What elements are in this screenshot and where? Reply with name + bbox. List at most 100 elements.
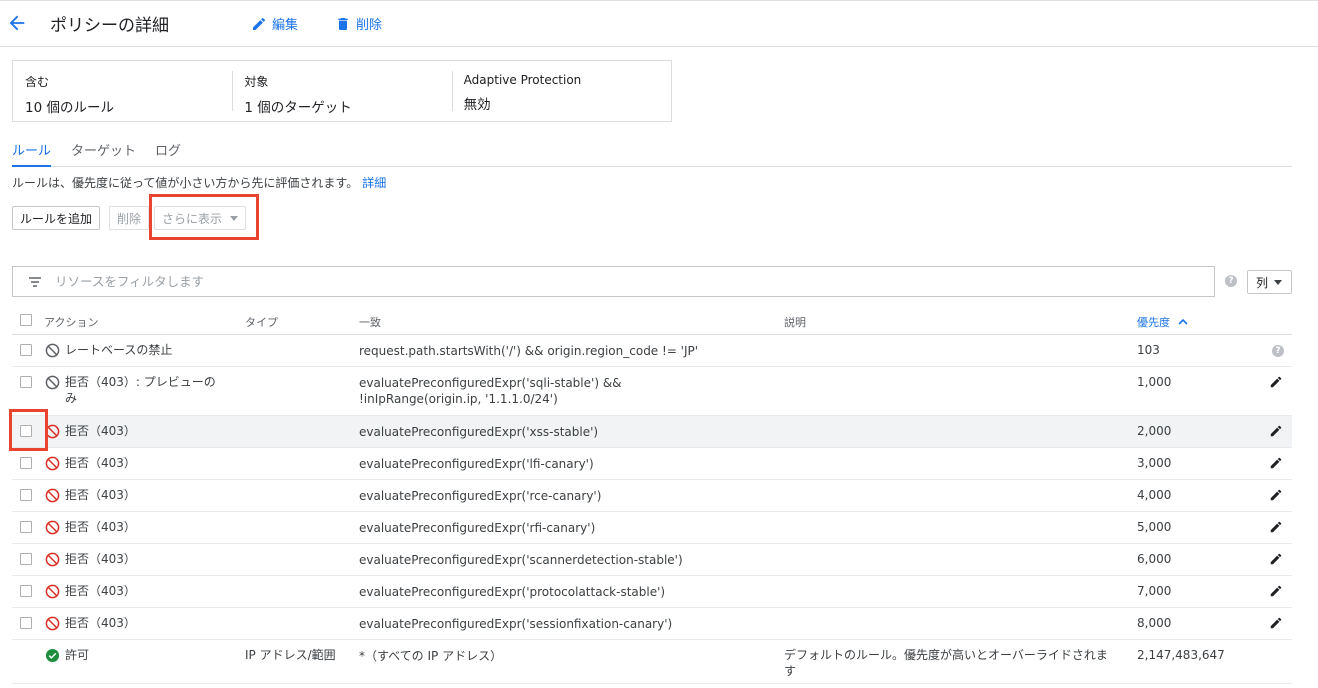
rule-action: 拒否（403）: プレビューのみ xyxy=(65,375,216,405)
policy-summary-card: 含む 10 個のルール 対象 1 個のターゲット Adaptive Protec… xyxy=(12,60,672,122)
columns-label: 列 xyxy=(1256,275,1269,290)
rule-action: 拒否（403） xyxy=(65,488,136,502)
rule-priority: 2,147,483,647 xyxy=(1137,648,1225,662)
rule-action: レートベースの禁止 xyxy=(65,343,173,357)
row-checkbox[interactable] xyxy=(20,585,32,597)
rules-table: アクション タイプ 一致 説明 優先度 レートベースの禁止 request.pat… xyxy=(12,306,1292,684)
pencil-icon[interactable] xyxy=(1269,375,1283,389)
table-row[interactable]: 拒否（403） evaluatePreconfiguredExpr('scanne… xyxy=(12,544,1292,576)
page-title: ポリシーの詳細 xyxy=(50,16,169,36)
summary-targets-value: 1 個のターゲット xyxy=(244,100,352,116)
add-rule-button[interactable]: ルールを追加 xyxy=(12,206,101,230)
header-type[interactable]: タイプ xyxy=(245,314,278,330)
table-row[interactable]: 拒否（403） evaluatePreconfiguredExpr('rce-ca… xyxy=(12,480,1292,512)
rule-type: IP アドレス/範囲 xyxy=(245,648,336,662)
rule-match: request.path.startsWith('/') && origin.r… xyxy=(359,344,699,358)
block-red-icon xyxy=(45,488,60,503)
row-checkbox[interactable] xyxy=(20,489,32,501)
rules-description: ルールは、優先度に従って値が小さい方から先に評価されます。 詳細 xyxy=(12,174,386,191)
rule-priority: 2,000 xyxy=(1137,424,1172,438)
table-row[interactable]: 拒否（403） evaluatePreconfiguredExpr('sessio… xyxy=(12,608,1292,640)
rule-priority: 1,000 xyxy=(1137,375,1172,389)
pencil-icon[interactable] xyxy=(1269,584,1283,598)
page-header: ポリシーの詳細 編集 削除 xyxy=(0,0,1318,47)
table-header: アクション タイプ 一致 説明 優先度 xyxy=(12,306,1292,335)
tab-targets[interactable]: ターゲット xyxy=(71,140,136,167)
highlight-box-show-more xyxy=(149,194,259,240)
help-icon[interactable]: ? xyxy=(1225,275,1237,287)
summary-targets-label: 対象 xyxy=(244,75,269,89)
rule-match: evaluatePreconfiguredExpr('scannerdetect… xyxy=(359,553,683,567)
table-body: レートベースの禁止 request.path.startsWith('/') &&… xyxy=(12,335,1292,684)
summary-adaptive-value: 無効 xyxy=(463,97,491,113)
rule-action: 拒否（403） xyxy=(65,552,136,566)
table-row[interactable]: 拒否（403）: プレビューのみ evaluatePreconfiguredExp… xyxy=(12,367,1292,416)
highlight-box-checkbox xyxy=(9,409,48,451)
block-grey-icon xyxy=(45,375,60,390)
rule-action: 拒否（403） xyxy=(65,456,136,470)
row-checkbox[interactable] xyxy=(20,521,32,533)
summary-includes-label: 含む xyxy=(25,75,50,89)
header-action[interactable]: アクション xyxy=(44,314,98,330)
table-row[interactable]: 拒否（403） evaluatePreconfiguredExpr('lfi-ca… xyxy=(12,448,1292,480)
pencil-icon[interactable] xyxy=(1269,520,1283,534)
summary-adaptive-protection: Adaptive Protection 無効 xyxy=(451,61,671,121)
row-checkbox[interactable] xyxy=(20,553,32,565)
rule-match: evaluatePreconfiguredExpr('rce-canary') xyxy=(359,489,602,503)
summary-includes: 含む 10 個のルール xyxy=(13,61,232,121)
header-description[interactable]: 説明 xyxy=(784,314,806,330)
row-checkbox[interactable] xyxy=(20,457,32,469)
rule-match: evaluatePreconfiguredExpr('xss-stable') xyxy=(359,425,599,439)
rule-description: デフォルトのルール。優先度が高いとオーバーライドされます xyxy=(784,648,1108,678)
table-row[interactable]: 拒否（403） evaluatePreconfiguredExpr('protoc… xyxy=(12,576,1292,608)
back-arrow-icon[interactable] xyxy=(6,12,28,34)
rule-action: 拒否（403） xyxy=(65,520,136,534)
filter-input[interactable] xyxy=(55,274,955,289)
row-checkbox[interactable] xyxy=(20,376,32,388)
table-row[interactable]: 拒否（403） evaluatePreconfiguredExpr('xss-st… xyxy=(12,416,1292,448)
row-checkbox[interactable] xyxy=(20,344,32,356)
rule-priority: 7,000 xyxy=(1137,584,1172,598)
header-priority[interactable]: 優先度 xyxy=(1137,314,1188,330)
pencil-icon[interactable] xyxy=(1269,552,1283,566)
rule-match: evaluatePreconfiguredExpr('rfi-canary') xyxy=(359,521,596,535)
check-green-icon xyxy=(45,648,60,663)
select-all-checkbox[interactable] xyxy=(20,314,32,326)
edit-button[interactable]: 編集 xyxy=(251,14,298,33)
table-row[interactable]: レートベースの禁止 request.path.startsWith('/') &&… xyxy=(12,335,1292,367)
delete-rule-button[interactable]: 削除 xyxy=(109,206,150,230)
pencil-icon[interactable] xyxy=(1269,616,1283,630)
summary-includes-value: 10 個のルール xyxy=(25,100,114,116)
rule-action: 拒否（403） xyxy=(65,584,136,598)
rule-priority: 8,000 xyxy=(1137,616,1172,630)
header-match[interactable]: 一致 xyxy=(359,314,381,330)
pencil-icon[interactable] xyxy=(1269,424,1283,438)
tab-bar: ルール ターゲット ログ xyxy=(12,136,1292,167)
summary-targets: 対象 1 個のターゲット xyxy=(232,61,451,121)
tab-logs[interactable]: ログ xyxy=(155,140,181,167)
tab-rules[interactable]: ルール xyxy=(12,140,52,167)
pencil-icon[interactable] xyxy=(1269,488,1283,502)
table-row[interactable]: 許可 IP アドレス/範囲 *（すべての IP アドレス） デフォルトのルール。優先度… xyxy=(12,640,1292,684)
block-grey-icon xyxy=(45,343,60,358)
delete-button-label: 削除 xyxy=(356,18,383,33)
columns-button[interactable]: 列 xyxy=(1247,270,1292,294)
rule-priority: 3,000 xyxy=(1137,456,1172,470)
rule-priority: 103 xyxy=(1137,343,1160,357)
learn-more-link[interactable]: 詳細 xyxy=(362,176,386,190)
block-red-icon xyxy=(45,616,60,631)
help-icon[interactable]: ? xyxy=(1272,345,1284,357)
row-checkbox[interactable] xyxy=(20,617,32,629)
rule-match: evaluatePreconfiguredExpr('sessionfixati… xyxy=(359,617,673,631)
rule-action: 許可 xyxy=(65,648,90,662)
rule-priority: 6,000 xyxy=(1137,552,1172,566)
rule-action: 拒否（403） xyxy=(65,616,136,630)
rule-action: 拒否（403） xyxy=(65,424,136,438)
rule-priority: 4,000 xyxy=(1137,488,1172,502)
pencil-icon[interactable] xyxy=(1269,456,1283,470)
table-row[interactable]: 拒否（403） evaluatePreconfiguredExpr('rfi-ca… xyxy=(12,512,1292,544)
block-red-icon xyxy=(45,456,60,471)
delete-button[interactable]: 削除 xyxy=(335,14,382,33)
sort-ascending-icon xyxy=(1177,318,1188,325)
rule-match: evaluatePreconfiguredExpr('sqli-stable')… xyxy=(359,376,622,406)
